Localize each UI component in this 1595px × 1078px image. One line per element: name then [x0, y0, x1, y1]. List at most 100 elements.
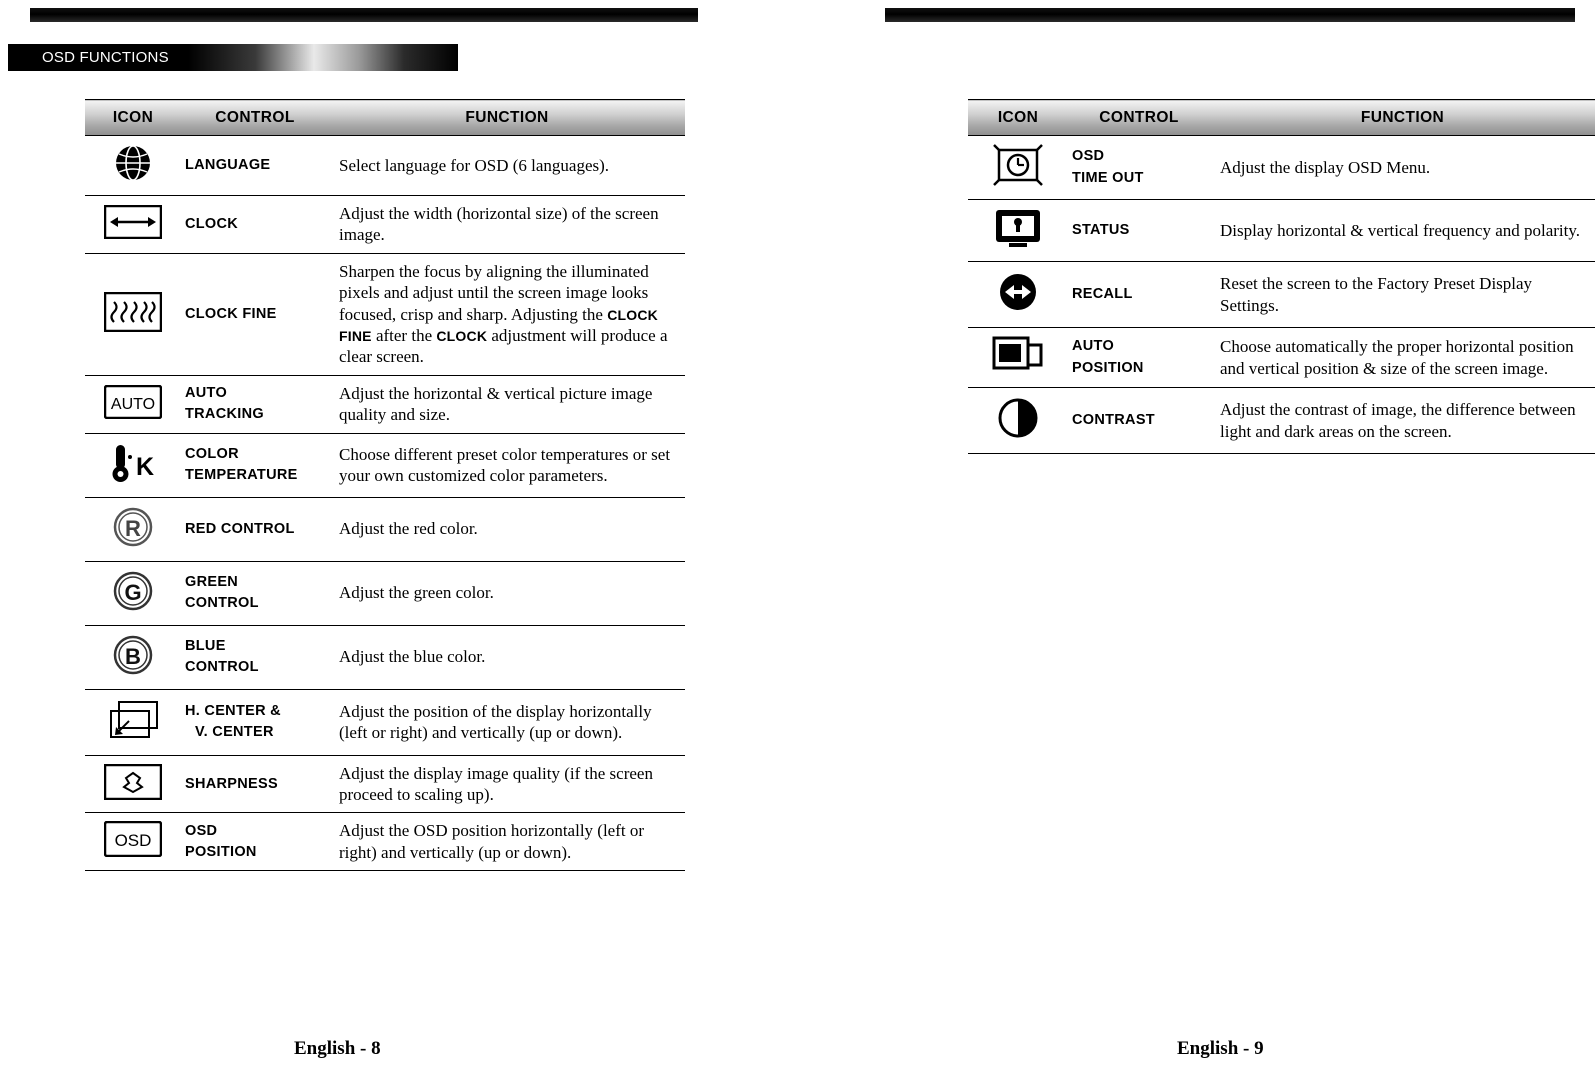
control-label: COLOR TEMPERATURE: [185, 446, 298, 484]
icon-cell: [85, 135, 181, 196]
control-cell: OSD TIME OUT: [1068, 135, 1210, 200]
circle-g-icon: G: [111, 569, 155, 613]
table-row: LANGUAGE Select language for OSD (6 lang…: [85, 135, 685, 196]
osd-box-icon: OSD: [104, 821, 162, 858]
control-label: CLOCK: [185, 215, 239, 232]
function-text: Adjust the display image quality (if the…: [339, 763, 653, 805]
column-header-function: FUNCTION: [329, 99, 685, 136]
control-label: H. CENTER &: [185, 703, 281, 720]
osd-functions-table-right: ICON CONTROL FUNCTION OSD TIME OUT Adjus…: [968, 99, 1595, 454]
function-cell: Adjust the blue color.: [329, 625, 685, 690]
function-text: Sharpen the focus by aligning the illumi…: [333, 261, 681, 368]
function-text-part: Sharpen the focus by aligning the illumi…: [339, 261, 649, 324]
sharpness-icon: [104, 763, 162, 800]
icon-cell: G: [85, 561, 181, 626]
control-label: OSD TIME OUT: [1072, 148, 1144, 186]
function-text: Choose automatically the proper horizont…: [1220, 337, 1574, 378]
function-cell: Adjust the green color.: [329, 561, 685, 626]
page-number-left: English - 8: [294, 1038, 381, 1059]
function-text: Adjust the horizontal & vertical picture…: [339, 383, 653, 425]
icon-cell: R: [85, 497, 181, 562]
function-text: Adjust the display OSD Menu.: [1220, 157, 1431, 177]
recall-arrows-icon: [995, 269, 1041, 315]
icon-cell: AUTO: [85, 375, 181, 434]
function-text: Adjust the red color.: [339, 519, 478, 539]
function-cell: Select language for OSD (6 languages).: [329, 135, 685, 196]
control-label: AUTO POSITION: [1072, 338, 1144, 376]
control-label-secondary: V. CENTER: [195, 724, 274, 741]
icon-cell: [85, 755, 181, 814]
osd-functions-table-left: ICON CONTROL FUNCTION LANGUAGE Select la…: [85, 99, 685, 872]
function-text: Adjust the green color.: [339, 583, 494, 603]
osd-timeout-clock-icon: [993, 143, 1043, 187]
auto-box-icon: AUTO: [104, 384, 162, 419]
icon-cell: [85, 195, 181, 254]
control-cell: STATUS: [1068, 199, 1210, 262]
function-text: Reset the screen to the Factory Preset D…: [1220, 274, 1533, 315]
column-header-control: CONTROL: [181, 99, 329, 136]
control-cell: AUTO POSITION: [1068, 327, 1210, 388]
auto-position-icon: [992, 335, 1044, 375]
contrast-half-circle-icon: [995, 395, 1041, 441]
control-label: STATUS: [1072, 221, 1130, 238]
control-label: LANGUAGE: [185, 156, 271, 173]
svg-text:AUTO: AUTO: [111, 396, 155, 413]
section-title: OSD FUNCTIONS: [42, 49, 169, 66]
page-right: ICON CONTROL FUNCTION OSD TIME OUT Adjus…: [885, 0, 1595, 1078]
section-banner: OSD FUNCTIONS: [8, 44, 458, 71]
horizontal-arrow-icon: [104, 204, 162, 239]
table-row: CLOCK FINE Sharpen the focus by aligning…: [85, 253, 685, 376]
icon-cell: B: [85, 625, 181, 690]
control-label: RECALL: [1072, 285, 1133, 302]
status-monitor-icon: [993, 207, 1043, 249]
thermometer-k-icon: K: [102, 441, 164, 485]
control-cell: BLUE CONTROL: [181, 625, 329, 690]
control-cell: GREEN CONTROL: [181, 561, 329, 626]
control-cell: COLOR TEMPERATURE: [181, 433, 329, 498]
function-cell: Adjust the width (horizontal size) of th…: [329, 195, 685, 254]
table-row: B BLUE CONTROL Adjust the blue color.: [85, 625, 685, 690]
function-cell: Reset the screen to the Factory Preset D…: [1210, 261, 1595, 328]
icon-cell: [968, 199, 1068, 262]
control-label: CLOCK FINE: [185, 305, 277, 322]
table-row: R RED CONTROL Adjust the red color.: [85, 497, 685, 562]
function-cell: Adjust the position of the display horiz…: [329, 689, 685, 756]
control-label: RED CONTROL: [185, 520, 295, 537]
function-cell: Adjust the red color.: [329, 497, 685, 562]
column-header-control: CONTROL: [1068, 99, 1210, 136]
control-label: GREEN CONTROL: [185, 574, 259, 612]
function-cell: Display horizontal & vertical frequency …: [1210, 199, 1595, 262]
table-row: CLOCK Adjust the width (horizontal size)…: [85, 195, 685, 254]
control-cell: LANGUAGE: [181, 135, 329, 196]
svg-text:R: R: [125, 516, 141, 541]
table-row: AUTO POSITION Choose automatically the p…: [968, 327, 1595, 388]
function-text-part: after the: [371, 326, 437, 346]
icon-cell: [85, 689, 181, 756]
function-text: Select language for OSD (6 languages).: [339, 155, 610, 175]
icon-cell: [85, 253, 181, 376]
table-header-row: ICON CONTROL FUNCTION: [968, 99, 1595, 136]
table-row: H. CENTER & V. CENTER Adjust the positio…: [85, 689, 685, 756]
table-row: OSD TIME OUT Adjust the display OSD Menu…: [968, 135, 1595, 200]
table-row: OSD OSD POSITION Adjust the OSD position…: [85, 812, 685, 872]
function-cell: Sharpen the focus by aligning the illumi…: [329, 253, 685, 376]
top-rule-right: [885, 8, 1575, 22]
table-row: AUTO AUTO TRACKING Adjust the horizontal…: [85, 375, 685, 434]
control-label: BLUE CONTROL: [185, 638, 259, 676]
table-row: K COLOR TEMPERATURE Choose different pre…: [85, 433, 685, 498]
center-position-icon: [103, 697, 163, 743]
icon-cell: K: [85, 433, 181, 498]
function-cell: Adjust the horizontal & vertical picture…: [329, 375, 685, 434]
control-cell: H. CENTER & V. CENTER: [181, 689, 329, 756]
table-row: STATUS Display horizontal & vertical fre…: [968, 199, 1595, 262]
page-left: OSD FUNCTIONS ICON CONTROL FUNCTION LANG…: [0, 0, 710, 1078]
icon-cell: [968, 387, 1068, 454]
document-spread: OSD FUNCTIONS ICON CONTROL FUNCTION LANG…: [0, 0, 1595, 1078]
column-header-function: FUNCTION: [1210, 99, 1595, 136]
table-row: CONTRAST Adjust the contrast of image, t…: [968, 387, 1595, 454]
control-cell: CLOCK: [181, 195, 329, 254]
control-label: SHARPNESS: [185, 775, 278, 792]
function-text: Choose different preset color temperatur…: [339, 444, 671, 486]
function-text: Display horizontal & vertical frequency …: [1220, 220, 1581, 240]
svg-text:G: G: [124, 580, 141, 605]
